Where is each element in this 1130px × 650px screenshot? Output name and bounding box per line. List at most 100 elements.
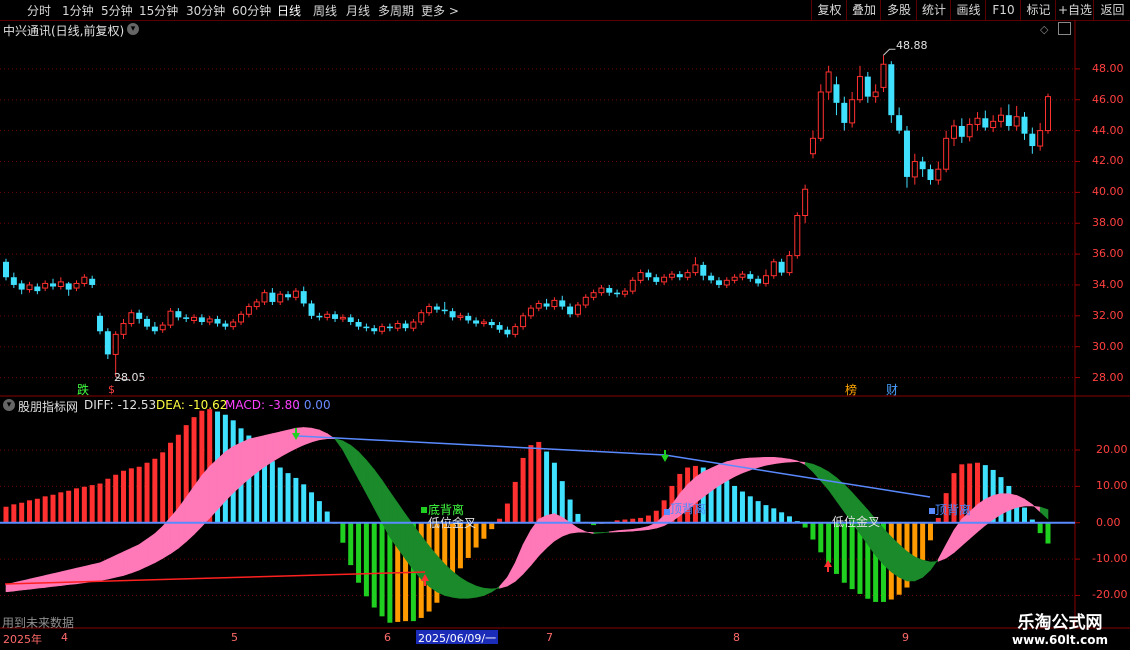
- macd-band: [334, 438, 344, 451]
- candle-body: [645, 272, 652, 278]
- candle-body: [50, 283, 57, 287]
- candle-body: [958, 125, 965, 137]
- macd-band: [60, 569, 69, 586]
- macd-band: [491, 585, 500, 593]
- candle-body: [590, 292, 597, 298]
- macd-band: [146, 533, 156, 567]
- macd-bar: [810, 522, 816, 540]
- macd-band: [84, 564, 93, 584]
- candle-body: [982, 118, 989, 128]
- macd-bar: [849, 522, 855, 590]
- macd-band: [44, 573, 54, 588]
- macd-bar: [309, 492, 315, 523]
- candle-body: [433, 306, 440, 310]
- candle-body: [426, 306, 433, 314]
- candle-body: [26, 284, 33, 291]
- candle-body: [457, 315, 464, 318]
- macd-band: [906, 550, 916, 582]
- candle-body: [230, 321, 237, 328]
- candle-body: [809, 137, 816, 155]
- candle-body: [849, 99, 856, 124]
- candle-body: [42, 282, 49, 289]
- timeline-year: 2025年: [3, 633, 42, 646]
- candle-body: [285, 294, 292, 298]
- macd-bar: [755, 501, 761, 523]
- candle-body: [856, 76, 863, 101]
- macd-band: [483, 587, 493, 596]
- annotation-low-golden-cross: 低位金叉: [428, 516, 477, 530]
- candle-body: [355, 322, 362, 327]
- candle-body: [715, 280, 722, 285]
- macd-band: [1039, 506, 1049, 520]
- macd-band: [1000, 493, 1010, 515]
- macd-band: [585, 531, 594, 535]
- macd-band: [616, 529, 626, 533]
- macd-bar: [301, 484, 307, 523]
- candle-body: [339, 316, 346, 320]
- candle-body: [112, 333, 119, 355]
- macd-band: [256, 435, 265, 474]
- macd-band: [922, 559, 931, 578]
- marker-rank: 榜: [845, 383, 858, 397]
- macd-bar: [128, 468, 134, 523]
- candle-body: [167, 310, 174, 326]
- macd-bar: [927, 522, 933, 541]
- macd-band: [154, 525, 163, 564]
- macd-band: [781, 457, 790, 464]
- macd-band: [593, 532, 602, 534]
- indicator-axis-label: 10.00: [1096, 479, 1128, 493]
- macd-band: [467, 581, 477, 599]
- candle-body: [950, 125, 957, 139]
- macd-band: [1008, 493, 1017, 511]
- price-axis-label: 46.00: [1092, 92, 1124, 106]
- macd-band: [742, 457, 751, 474]
- macd-bar: [316, 501, 322, 523]
- macd-bar: [481, 522, 487, 539]
- candle-body: [65, 283, 72, 290]
- macd-band: [726, 459, 735, 482]
- candle-body: [269, 292, 276, 302]
- macd-bar: [89, 485, 95, 523]
- macd-band: [601, 531, 610, 534]
- candle-body: [245, 306, 252, 315]
- high-pointer: [883, 48, 896, 56]
- candle-body: [700, 264, 707, 276]
- macd-band: [201, 465, 210, 528]
- macd-bar: [512, 481, 518, 523]
- candle-body: [841, 102, 848, 123]
- candle-body: [1029, 133, 1036, 147]
- macd-bar: [379, 522, 385, 617]
- candle-body: [97, 315, 104, 332]
- price-axis-label: 48.00: [1092, 61, 1124, 75]
- macd-band: [99, 558, 109, 581]
- macd-bar: [19, 502, 25, 523]
- marker-finance: 财: [886, 383, 899, 397]
- macd-band: [91, 562, 101, 582]
- macd-band: [52, 571, 62, 587]
- macd-band: [107, 554, 116, 580]
- macd-band: [938, 544, 947, 562]
- candle-body: [81, 276, 88, 284]
- indicator-menu-icon[interactable]: ▾: [3, 399, 15, 411]
- candle-body: [567, 306, 574, 315]
- macd-band: [804, 461, 814, 473]
- macd-bar: [121, 470, 127, 523]
- macd-band: [13, 580, 22, 592]
- candle-body: [598, 287, 605, 294]
- macd-band: [358, 451, 367, 494]
- annotation-top-divergence-2: 顶背离: [935, 503, 972, 517]
- macd-bar: [50, 494, 56, 523]
- indicator-axis-label: -10.00: [1092, 552, 1128, 566]
- macd-band: [138, 538, 148, 571]
- candle-body: [739, 273, 746, 278]
- candle-body: [410, 321, 417, 329]
- candle-body: [418, 312, 425, 323]
- candle-body: [802, 188, 809, 216]
- candle-body: [990, 120, 997, 129]
- macd-band: [240, 438, 250, 487]
- macd-band: [1024, 498, 1033, 507]
- candle-body: [18, 283, 25, 290]
- macd-band: [232, 442, 242, 494]
- macd-bar: [371, 522, 377, 608]
- macd-bar: [277, 467, 283, 523]
